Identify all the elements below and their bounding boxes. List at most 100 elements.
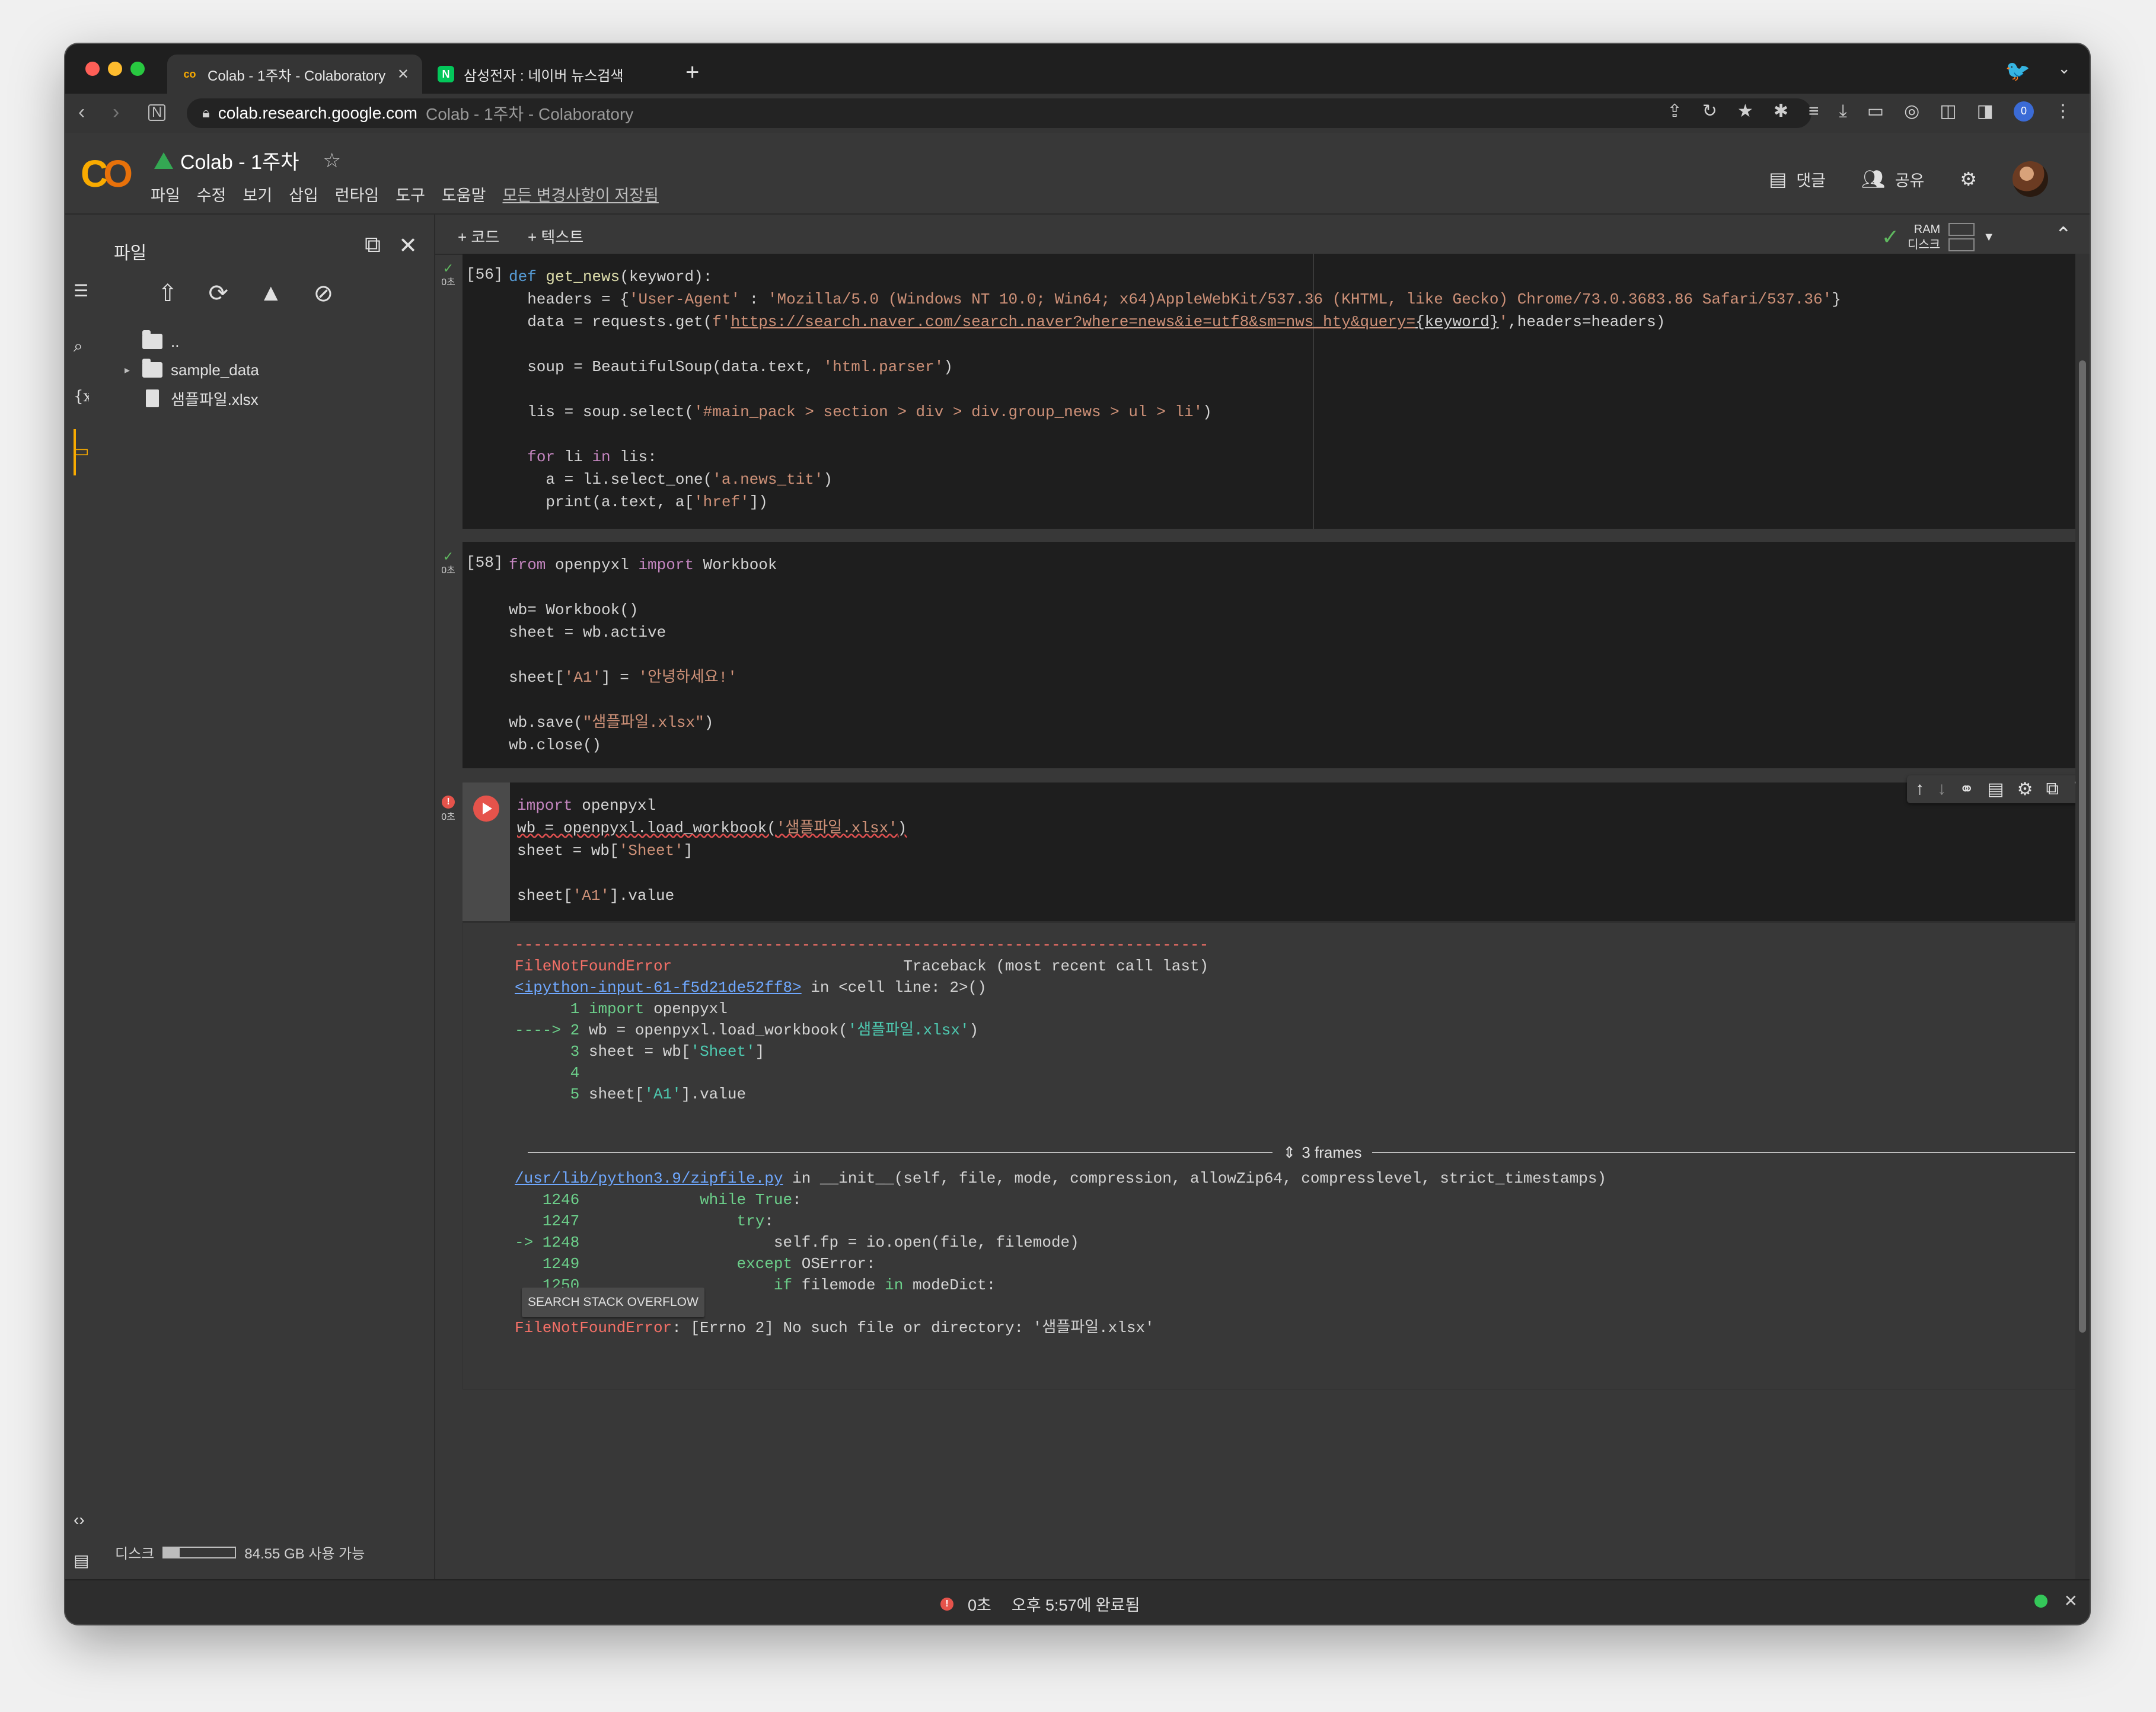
new-tab-button[interactable]: + xyxy=(685,60,699,84)
comment-label: 댓글 xyxy=(1796,171,1826,190)
search-stackoverflow-button[interactable]: SEARCH STACK OVERFLOW xyxy=(522,1288,704,1317)
download-icon[interactable]: ⤓ xyxy=(1839,101,1846,122)
files-folder-icon[interactable]: ▭ xyxy=(74,441,89,461)
share-button[interactable]: 👥︎ 공유 xyxy=(1861,168,1924,191)
status-time: 0초 xyxy=(968,1596,991,1614)
file-name: 샘플파일.xlsx xyxy=(171,390,259,408)
file-row-xlsx[interactable]: 샘플파일.xlsx xyxy=(125,384,259,413)
collapse-header-icon[interactable]: ⌃ xyxy=(2055,223,2072,247)
execution-status[interactable]: ! 0초 오후 5:57에 완료됨 xyxy=(940,1592,1140,1615)
maximize-window-button[interactable] xyxy=(130,62,145,76)
twitter-icon: 🐦 xyxy=(2005,60,2030,82)
share-label: 공유 xyxy=(1895,171,1925,190)
connection-dot-icon xyxy=(2034,1594,2047,1608)
drive-icon xyxy=(154,152,173,169)
file-row-sample-data[interactable]: ▸ sample_data xyxy=(125,356,259,384)
reader-icon[interactable]: N xyxy=(148,104,166,121)
tab-search-chevron-icon[interactable]: ⌄ xyxy=(2058,59,2071,78)
file-row-parent[interactable]: .. xyxy=(125,327,259,356)
code-cell-3[interactable]: ! 0초 import openpyxl wb = openpyxl.load_… xyxy=(441,775,2090,1390)
runtime-dropdown-icon[interactable]: ▼ xyxy=(1983,231,1995,244)
move-up-icon[interactable]: ↑ xyxy=(1915,779,1924,800)
sidebar-icon[interactable]: ◨ xyxy=(1977,101,1994,122)
minimize-window-button[interactable] xyxy=(108,62,122,76)
menu-edit[interactable]: 수정 xyxy=(197,183,227,206)
exec-time: 0초 xyxy=(441,812,455,822)
disk-free: 84.55 GB 사용 가능 xyxy=(244,1546,365,1562)
code-snippets-icon[interactable]: ‹› xyxy=(74,1510,85,1529)
close-panel-icon[interactable]: ✕ xyxy=(398,232,417,259)
split-view-icon[interactable]: ◫ xyxy=(1940,101,1956,122)
code-editor[interactable]: import openpyxl wb = openpyxl.load_workb… xyxy=(463,782,2090,921)
profile-icon[interactable]: 0 xyxy=(2014,101,2034,122)
terminal-icon[interactable]: ▤ xyxy=(74,1551,89,1570)
run-cell-button[interactable] xyxy=(473,796,499,822)
add-text-button[interactable]: + 텍스트 xyxy=(528,225,583,247)
move-down-icon[interactable]: ↓ xyxy=(1937,779,1946,800)
menu-runtime[interactable]: 런타임 xyxy=(335,183,379,206)
star-icon[interactable]: ☆ xyxy=(323,149,341,173)
notebook-title[interactable]: Colab - 1주차 xyxy=(180,146,299,175)
cast-icon[interactable]: ▭ xyxy=(1867,101,1884,122)
code-cell-2[interactable]: ✓ 0초 [58] from openpyxl import Workbook … xyxy=(441,542,2090,768)
cell-settings-icon[interactable]: ⚙ xyxy=(2017,779,2033,800)
exec-time: 0초 xyxy=(441,566,455,576)
disk-bar xyxy=(162,1546,237,1558)
code-cell-1[interactable]: ✓ 0초 [56] def get_news(keyword): headers… xyxy=(441,254,2090,531)
code-editor[interactable]: [56] def get_news(keyword): headers = {'… xyxy=(463,254,2090,529)
save-status[interactable]: 모든 변경사항이 저장됨 xyxy=(503,183,659,206)
reload-icon[interactable]: ↻ xyxy=(1702,101,1717,122)
menu-view[interactable]: 보기 xyxy=(243,183,272,206)
share-page-icon[interactable]: ⇪ xyxy=(1667,101,1682,122)
people-icon: 👥︎ xyxy=(1861,168,1886,190)
ram-label: RAM xyxy=(1913,223,1941,236)
add-code-button[interactable]: + 코드 xyxy=(458,225,499,247)
mirror-cell-icon[interactable]: ⧉ xyxy=(2046,779,2058,800)
colab-logo[interactable]: CO xyxy=(81,152,133,196)
extensions-icon[interactable]: ✱ xyxy=(1774,101,1788,122)
comment-cell-icon[interactable]: ▤ xyxy=(1987,779,2004,800)
forward-icon[interactable]: › xyxy=(113,101,119,124)
status-bar: ! 0초 오후 5:57에 완료됨 ✕ xyxy=(65,1579,2090,1624)
colab-icon: co xyxy=(183,68,196,80)
toc-icon[interactable]: ☰ xyxy=(74,281,88,301)
open-in-tab-icon[interactable]: ⧉ xyxy=(365,232,381,259)
menu-file[interactable]: 파일 xyxy=(151,183,180,206)
status-completed: 오후 5:57에 완료됨 xyxy=(1011,1596,1140,1614)
file-tree: .. ▸ sample_data 샘플파일.xlsx xyxy=(125,327,259,413)
more-menu-icon[interactable]: ⋮ xyxy=(2054,101,2072,122)
code-editor[interactable]: [58] from openpyxl import Workbook wb= W… xyxy=(463,542,2090,768)
close-window-button[interactable] xyxy=(85,62,100,76)
comment-button[interactable]: ▤ 댓글 xyxy=(1769,168,1826,191)
exec-count: [58] xyxy=(466,554,503,571)
tab-title: 삼성전자 : 네이버 뉴스검색 xyxy=(464,68,624,84)
menu-tools[interactable]: 도구 xyxy=(396,183,425,206)
hide-files-icon[interactable]: ⊘ xyxy=(314,280,334,307)
close-tab-icon[interactable]: ✕ xyxy=(397,66,409,83)
screenshot-icon[interactable]: ◎ xyxy=(1904,101,1919,122)
close-status-icon[interactable]: ✕ xyxy=(2064,1591,2078,1611)
back-icon[interactable]: ‹ xyxy=(78,101,85,124)
reading-list-icon[interactable]: ≡ xyxy=(1809,101,1819,122)
notebook-scrollbar[interactable] xyxy=(2075,254,2090,1579)
menu-insert[interactable]: 삽입 xyxy=(289,183,318,206)
avatar[interactable] xyxy=(2013,161,2048,197)
bookmark-star-icon[interactable]: ★ xyxy=(1737,101,1753,122)
scroll-thumb[interactable] xyxy=(2079,360,2086,1333)
expand-caret-icon[interactable]: ▸ xyxy=(125,364,142,376)
link-icon[interactable]: ⚭ xyxy=(1959,779,1974,800)
search-icon[interactable]: ⌕ xyxy=(74,337,83,356)
url-field[interactable]: 🔒︎ colab.research.google.com Colab - 1주차… xyxy=(187,98,1811,128)
tab-colab[interactable]: co Colab - 1주차 - Colaboratory ✕ xyxy=(167,55,422,94)
refresh-folder-icon[interactable]: ⟳ xyxy=(209,280,229,307)
upload-file-icon[interactable]: ⇧ xyxy=(158,280,178,307)
runtime-status[interactable]: ✓ RAM 디스크 ▼ xyxy=(1881,221,1995,254)
url-host: colab.research.google.com xyxy=(218,104,417,122)
cell-status: ✓ 0초 xyxy=(436,550,460,576)
settings-gear-icon[interactable]: ⚙ xyxy=(1960,168,1977,190)
tab-naver[interactable]: N 삼성전자 : 네이버 뉴스검색 xyxy=(423,55,678,94)
mount-drive-icon[interactable]: ▲ xyxy=(259,280,283,307)
code-text: def get_news(keyword): headers = {'User-… xyxy=(509,268,1841,511)
menu-help[interactable]: 도움말 xyxy=(442,183,486,206)
frames-collapser[interactable]: ⇕ 3 frames xyxy=(528,1141,2090,1164)
